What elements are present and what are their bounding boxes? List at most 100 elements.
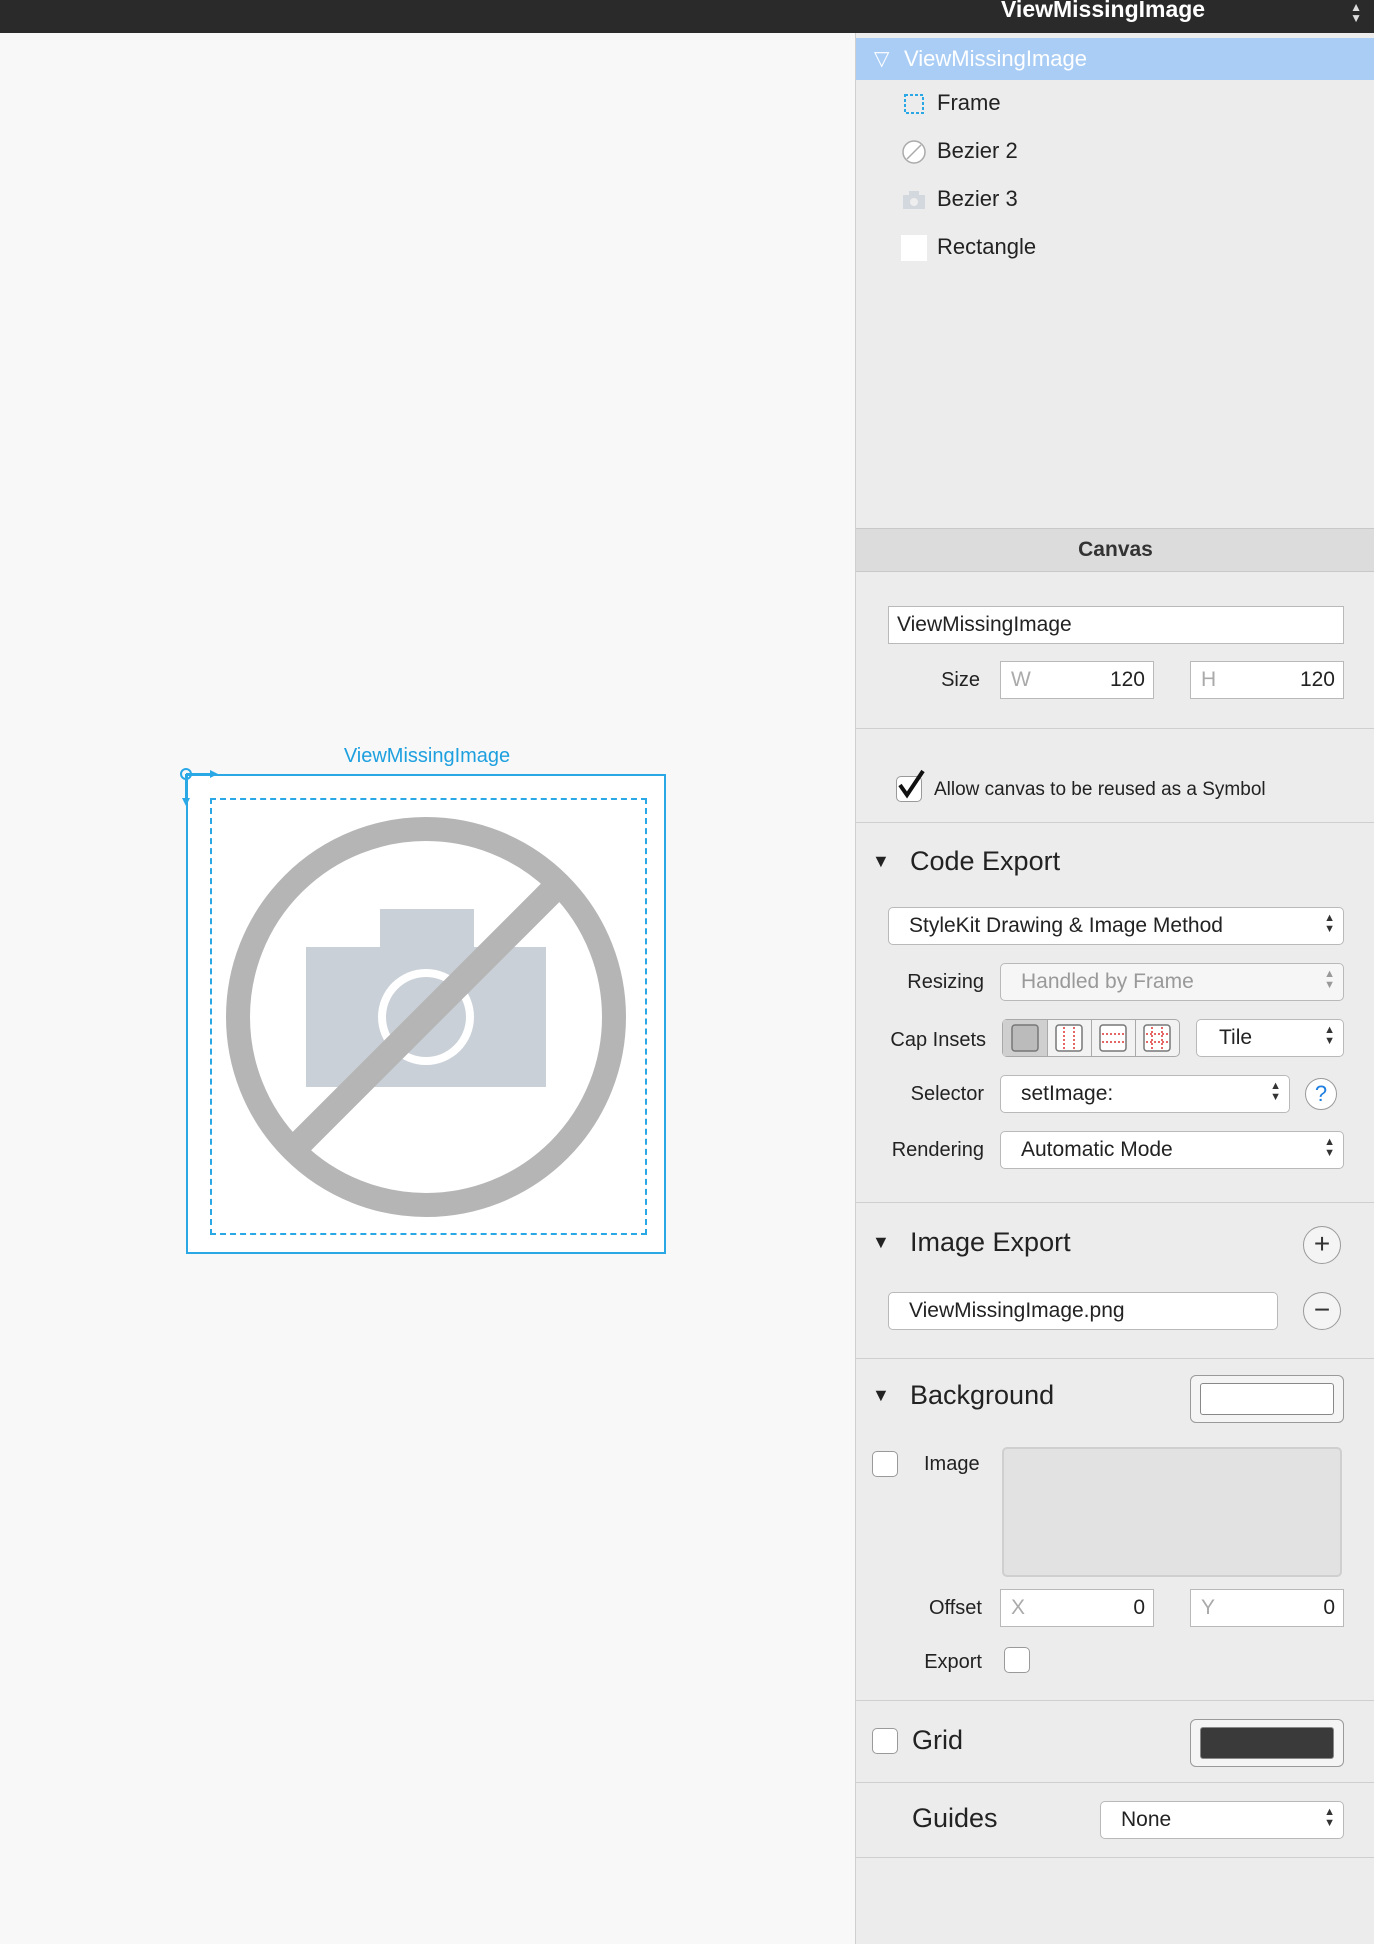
cap-none-icon bbox=[1011, 1024, 1039, 1052]
width-field[interactable]: W 120 bbox=[1000, 661, 1154, 699]
background-export-checkbox[interactable] bbox=[1004, 1647, 1030, 1673]
code-export-title: Code Export bbox=[910, 846, 1061, 876]
divider bbox=[856, 1782, 1374, 1783]
inspector-section-header: Canvas bbox=[856, 528, 1374, 572]
canvas-name-field[interactable]: ViewMissingImage bbox=[888, 606, 1344, 644]
selector-label: Selector bbox=[910, 1083, 984, 1105]
cap-inset-none-segment[interactable] bbox=[1003, 1020, 1048, 1056]
select-arrows-icon: ▲ ▼ bbox=[1324, 1024, 1335, 1047]
layer-root-label: ViewMissingImage bbox=[904, 46, 1088, 71]
divider bbox=[856, 1700, 1374, 1701]
guides-value: None bbox=[1121, 1808, 1172, 1831]
origin-handle-icon[interactable] bbox=[176, 764, 226, 814]
height-value: 120 bbox=[1299, 668, 1335, 691]
background-color-swatch bbox=[1200, 1383, 1334, 1415]
inspector-panel: ▽ ViewMissingImage Frame Bezier 2 Bezier… bbox=[855, 33, 1374, 1944]
size-label: Size bbox=[941, 669, 980, 691]
width-value: 120 bbox=[1109, 668, 1145, 691]
cap-vertical-icon bbox=[1099, 1024, 1127, 1052]
divider bbox=[856, 728, 1374, 729]
rendering-value: Automatic Mode bbox=[1021, 1138, 1173, 1161]
grid-title: Grid bbox=[912, 1725, 964, 1755]
title-stepper-icon[interactable]: ▲ ▼ bbox=[1350, 1, 1362, 24]
layer-item-rectangle[interactable]: Rectangle bbox=[856, 225, 1374, 271]
cap-both-icon bbox=[1143, 1024, 1171, 1052]
grid-color-swatch bbox=[1200, 1727, 1334, 1759]
code-export-disclosure-icon[interactable]: ▼ bbox=[872, 851, 890, 872]
code-export-method-select[interactable]: StyleKit Drawing & Image Method ▲ ▼ bbox=[888, 907, 1344, 945]
export-label: Export bbox=[924, 1651, 982, 1673]
offset-label: Offset bbox=[929, 1597, 982, 1619]
width-prefix: W bbox=[1011, 668, 1031, 691]
background-color-well[interactable] bbox=[1190, 1375, 1344, 1423]
title-bar: ViewMissingImage ▲ ▼ bbox=[0, 0, 1374, 33]
remove-image-export-button[interactable]: − bbox=[1303, 1292, 1341, 1330]
divider bbox=[856, 1202, 1374, 1203]
cap-horizontal-icon bbox=[1055, 1024, 1083, 1052]
selector-value: setImage: bbox=[1021, 1082, 1114, 1105]
layer-item-label: Frame bbox=[937, 90, 1001, 115]
cap-inset-vertical-segment[interactable] bbox=[1091, 1020, 1136, 1056]
grid-color-well[interactable] bbox=[1190, 1719, 1344, 1767]
select-arrows-icon: ▲ ▼ bbox=[1324, 1136, 1335, 1159]
layer-item-label: Bezier 3 bbox=[937, 186, 1018, 211]
offset-x-value: 0 bbox=[1133, 1596, 1145, 1619]
rendering-label: Rendering bbox=[891, 1139, 984, 1161]
background-title: Background bbox=[910, 1380, 1055, 1410]
grid-checkbox[interactable] bbox=[872, 1728, 898, 1754]
selector-select[interactable]: setImage: ▲ ▼ bbox=[1000, 1075, 1290, 1113]
divider bbox=[856, 1358, 1374, 1359]
layer-item-bezier-2[interactable]: Bezier 2 bbox=[856, 129, 1374, 175]
window-title: ViewMissingImage bbox=[1001, 0, 1206, 22]
camera-top bbox=[380, 909, 474, 949]
cap-mode-value: Tile bbox=[1219, 1026, 1253, 1049]
help-button[interactable]: ? bbox=[1305, 1078, 1337, 1110]
resizing-select[interactable]: Handled by Frame ▲ ▼ bbox=[1000, 963, 1344, 1001]
guides-select[interactable]: None ▲ ▼ bbox=[1100, 1801, 1344, 1839]
code-export-method-value: StyleKit Drawing & Image Method bbox=[909, 914, 1223, 937]
missing-image-icon[interactable] bbox=[186, 774, 666, 1254]
cap-mode-select[interactable]: Tile ▲ ▼ bbox=[1196, 1019, 1344, 1057]
artboard-label[interactable]: ViewMissingImage bbox=[187, 745, 667, 768]
guides-title: Guides bbox=[912, 1803, 998, 1833]
layers-list: ▽ ViewMissingImage Frame Bezier 2 Bezier… bbox=[856, 33, 1374, 528]
resizing-value: Handled by Frame bbox=[1021, 970, 1194, 993]
checkmark-icon bbox=[898, 769, 925, 799]
cap-inset-horizontal-segment[interactable] bbox=[1047, 1020, 1092, 1056]
divider bbox=[856, 1857, 1374, 1858]
add-image-export-button[interactable]: + bbox=[1303, 1226, 1341, 1264]
rectangle-icon bbox=[901, 235, 927, 261]
select-arrows-icon: ▲ ▼ bbox=[1270, 1080, 1281, 1103]
image-export-file-value: ViewMissingImage.png bbox=[909, 1299, 1125, 1322]
symbol-checkbox[interactable] bbox=[896, 769, 925, 802]
layer-item-label: Rectangle bbox=[937, 234, 1037, 259]
image-export-disclosure-icon[interactable]: ▼ bbox=[872, 1232, 890, 1253]
height-field[interactable]: H 120 bbox=[1190, 661, 1344, 699]
cap-inset-both-segment[interactable] bbox=[1135, 1020, 1179, 1056]
background-disclosure-icon[interactable]: ▼ bbox=[872, 1385, 890, 1406]
disclosure-open-icon[interactable]: ▽ bbox=[874, 46, 889, 71]
divider bbox=[856, 822, 1374, 823]
layer-item-frame[interactable]: Frame bbox=[856, 81, 1374, 127]
cap-insets-segmented-control[interactable] bbox=[1002, 1019, 1180, 1057]
symbol-label: Allow canvas to be reused as a Symbol bbox=[934, 779, 1266, 800]
image-export-title: Image Export bbox=[910, 1227, 1071, 1257]
image-export-file-field[interactable]: ViewMissingImage.png bbox=[888, 1292, 1278, 1330]
layer-root-item[interactable]: ▽ ViewMissingImage bbox=[856, 38, 1374, 80]
cap-insets-label: Cap Insets bbox=[890, 1029, 986, 1051]
background-image-checkbox[interactable] bbox=[872, 1451, 898, 1477]
select-arrows-icon: ▲ ▼ bbox=[1324, 912, 1335, 935]
window-title-area[interactable]: ViewMissingImage bbox=[855, 0, 1355, 33]
frame-icon bbox=[904, 94, 924, 114]
offset-x-prefix: X bbox=[1011, 1596, 1026, 1619]
background-image-well[interactable] bbox=[1002, 1447, 1342, 1577]
rendering-select[interactable]: Automatic Mode ▲ ▼ bbox=[1000, 1131, 1344, 1169]
select-arrows-icon: ▲ ▼ bbox=[1324, 1806, 1335, 1829]
offset-y-value: 0 bbox=[1323, 1596, 1335, 1619]
offset-y-prefix: Y bbox=[1201, 1596, 1216, 1619]
offset-x-field[interactable]: X 0 bbox=[1000, 1589, 1154, 1627]
camera-icon bbox=[903, 191, 925, 209]
layer-item-bezier-3[interactable]: Bezier 3 bbox=[856, 177, 1374, 223]
bezier-slash-icon bbox=[902, 140, 926, 164]
offset-y-field[interactable]: Y 0 bbox=[1190, 1589, 1344, 1627]
